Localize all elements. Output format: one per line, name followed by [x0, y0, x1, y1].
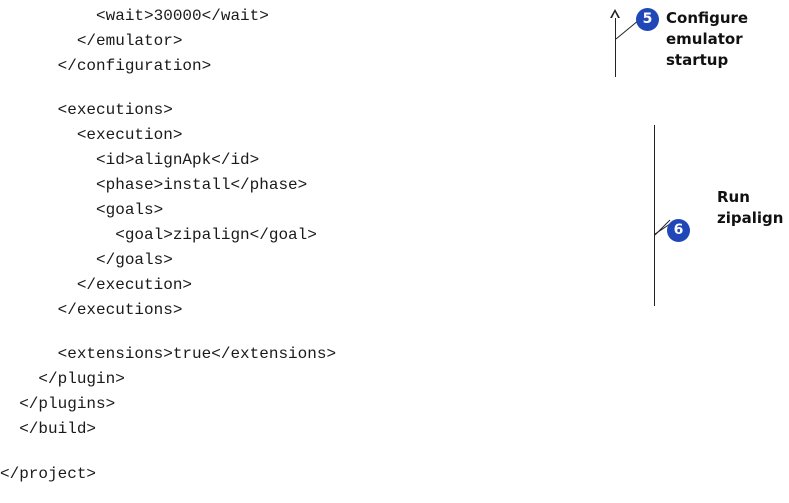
bracket-line-6 — [654, 125, 655, 306]
code-line-10: <goal>zipalign</goal> — [0, 226, 317, 244]
code-line-6: <execution> — [0, 126, 183, 144]
code-line-20: </project> — [0, 465, 97, 483]
code-line-3: </configuration> — [0, 57, 212, 75]
code-line-2: </emulator> — [0, 32, 183, 50]
code-line-13: </executions> — [0, 301, 183, 319]
code-line-1: <wait>30000</wait> — [0, 7, 269, 25]
code-line-11: </goals> — [0, 251, 173, 269]
callout-text-5: Configure emulator startup — [666, 9, 749, 69]
numbered-circle-icon: 6 — [667, 219, 690, 242]
code-line-7: <id>alignApk</id> — [0, 151, 260, 169]
code-line-18: </build> — [0, 420, 97, 438]
code-line-12: </execution> — [0, 276, 193, 294]
code-line-15: <extensions>true</extensions> — [0, 345, 337, 363]
code-line-16: </plugin> — [0, 370, 125, 388]
code-line-8: <phase>install</phase> — [0, 176, 308, 194]
code-line-9: <goals> — [0, 201, 164, 219]
callout-text-6: Run zipalign — [717, 188, 784, 227]
numbered-circle-icon: 5 — [636, 8, 659, 31]
code-line-17: </plugins> — [0, 395, 116, 413]
code-line-5: <executions> — [0, 101, 173, 119]
